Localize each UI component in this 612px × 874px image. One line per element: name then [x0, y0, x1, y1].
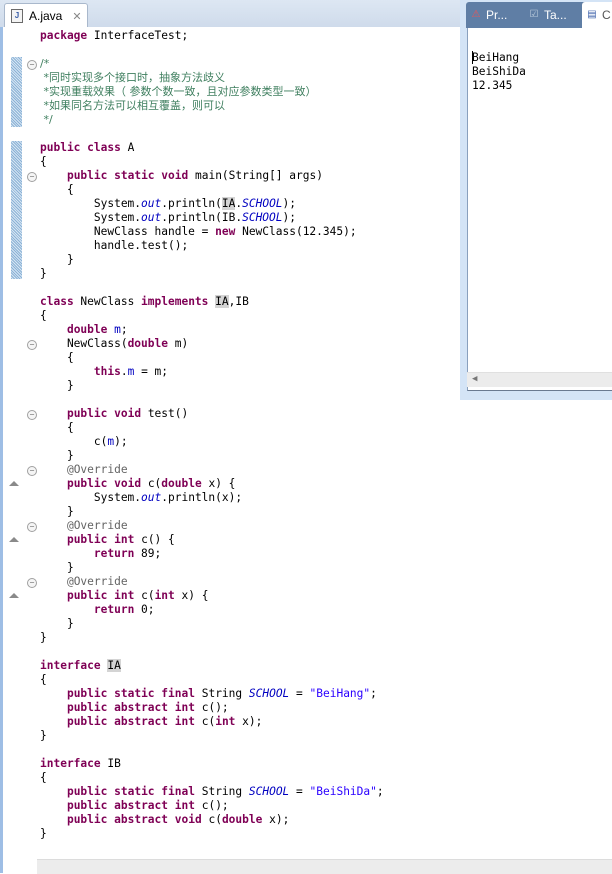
java-file-icon: J — [11, 9, 23, 23]
fold-toggle-icon[interactable]: − — [27, 578, 37, 588]
override-marker-icon[interactable] — [9, 537, 19, 542]
code-line: public abstract int c(int x); — [66, 715, 263, 728]
code-line: this.m = m; — [93, 365, 169, 378]
fold-toggle-icon[interactable]: − — [27, 522, 37, 532]
console-line: BeiHang — [472, 51, 520, 64]
code-line: } — [40, 729, 47, 742]
fold-toggle-icon[interactable]: − — [27, 340, 37, 350]
close-icon[interactable]: ✕ — [72, 10, 81, 23]
override-marker-icon[interactable] — [9, 593, 19, 598]
code-line: package InterfaceTest; — [40, 29, 189, 42]
code-line: interface IA — [40, 659, 121, 672]
code-line: } — [40, 631, 47, 644]
tab-label: C — [602, 8, 611, 22]
change-ruler — [11, 57, 22, 127]
fold-toggle-icon[interactable]: − — [27, 172, 37, 182]
tab-problems[interactable]: ⚠ Pr... — [470, 2, 522, 28]
fold-toggle-icon[interactable]: − — [27, 60, 37, 70]
console-line: BeiShiDa — [472, 65, 526, 78]
code-line: @Override — [66, 519, 128, 532]
code-line: @Override — [66, 575, 128, 588]
code-line: { — [40, 351, 74, 364]
code-line: public static final String SCHOOL = "Bei… — [66, 785, 384, 798]
scroll-left-arrow-icon[interactable]: ◀ — [472, 374, 477, 384]
tab-a-java[interactable]: J A.java ✕ — [4, 3, 88, 28]
problems-icon: ⚠ — [471, 9, 481, 20]
editor-horizontal-scrollbar[interactable] — [37, 859, 612, 874]
code-line: { — [40, 309, 47, 322]
code-line: return 89; — [93, 547, 162, 560]
console-horizontal-scrollbar[interactable]: ◀ — [467, 372, 612, 387]
tab-tasks[interactable]: ☑ Ta... — [528, 2, 580, 28]
fold-toggle-icon[interactable]: − — [27, 410, 37, 420]
tasks-icon: ☑ — [529, 9, 539, 20]
code-line: } — [40, 449, 74, 462]
code-line: handle.test(); — [40, 239, 189, 252]
code-line: */ — [40, 113, 53, 126]
code-line: public abstract int c(); — [66, 701, 229, 714]
code-line: } — [40, 253, 74, 266]
code-line: public abstract void c(double x); — [66, 813, 290, 826]
code-line: @Override — [66, 463, 128, 476]
console-output[interactable]: BeiHang BeiShiDa 12.345 — [467, 28, 612, 391]
change-ruler — [11, 141, 22, 279]
code-line: { — [40, 421, 74, 434]
code-line: /* — [40, 57, 50, 70]
editor-tab-bar: J A.java ✕ — [0, 0, 460, 28]
code-editor[interactable]: package InterfaceTest; /* *同时实现多个接口时，抽象方法… — [37, 27, 460, 859]
code-line: } — [40, 617, 74, 630]
code-line: public abstract int c(); — [66, 799, 229, 812]
override-marker-icon[interactable] — [9, 481, 19, 486]
code-line: public int c() { — [66, 533, 175, 546]
code-line: { — [40, 155, 47, 168]
code-line: double m; — [66, 323, 128, 336]
editor-gutter — [3, 27, 37, 873]
console-line: 12.345 — [472, 79, 513, 92]
code-line: public static final String SCHOOL = "Bei… — [66, 687, 377, 700]
code-line: public static void main(String[] args) — [66, 169, 323, 182]
code-line: *实现重载效果（ 参数个数一致，且对应参数类型一致） — [40, 85, 317, 98]
console-icon: ▤ — [587, 9, 597, 20]
code-line: NewClass handle = new NewClass(12.345); — [40, 225, 357, 238]
code-line: public void c(double x) { — [66, 477, 236, 490]
code-line: public int c(int x) { — [66, 589, 209, 602]
tab-label: Ta... — [544, 8, 567, 22]
console-tab-bar: ⚠ Pr... ☑ Ta... ▤ C — [466, 2, 612, 28]
code-line: } — [40, 379, 74, 392]
code-line: *同时实现多个接口时，抽象方法歧义 — [40, 71, 225, 84]
code-line: } — [40, 561, 74, 574]
fold-toggle-icon[interactable]: − — [27, 466, 37, 476]
code-line: return 0; — [93, 603, 155, 616]
code-line: { — [40, 673, 47, 686]
tab-label: A.java — [29, 9, 63, 23]
code-line: *如果同名方法可以相互覆盖，则可以 — [40, 99, 225, 112]
code-line: c(m); — [40, 435, 128, 448]
code-line: System.out.println(IB.SCHOOL); — [40, 211, 296, 224]
code-line: } — [40, 267, 47, 280]
code-line: NewClass(double m) — [40, 337, 189, 350]
code-line: interface IB — [40, 757, 121, 770]
code-line: } — [40, 505, 74, 518]
code-line: public void test() — [66, 407, 189, 420]
code-line: System.out.println(IA.SCHOOL); — [40, 197, 297, 210]
tab-label: Pr... — [486, 8, 508, 22]
code-line: { — [40, 183, 74, 196]
code-line: public class A — [40, 141, 135, 154]
code-line: { — [40, 771, 47, 784]
code-line: } — [40, 827, 47, 840]
code-line: System.out.println(x); — [40, 491, 243, 504]
console-panel: ⚠ Pr... ☑ Ta... ▤ C BeiHang BeiShiDa 12.… — [460, 0, 612, 400]
code-line: class NewClass implements IA,IB — [40, 295, 249, 308]
tab-console[interactable]: ▤ C — [582, 2, 612, 28]
